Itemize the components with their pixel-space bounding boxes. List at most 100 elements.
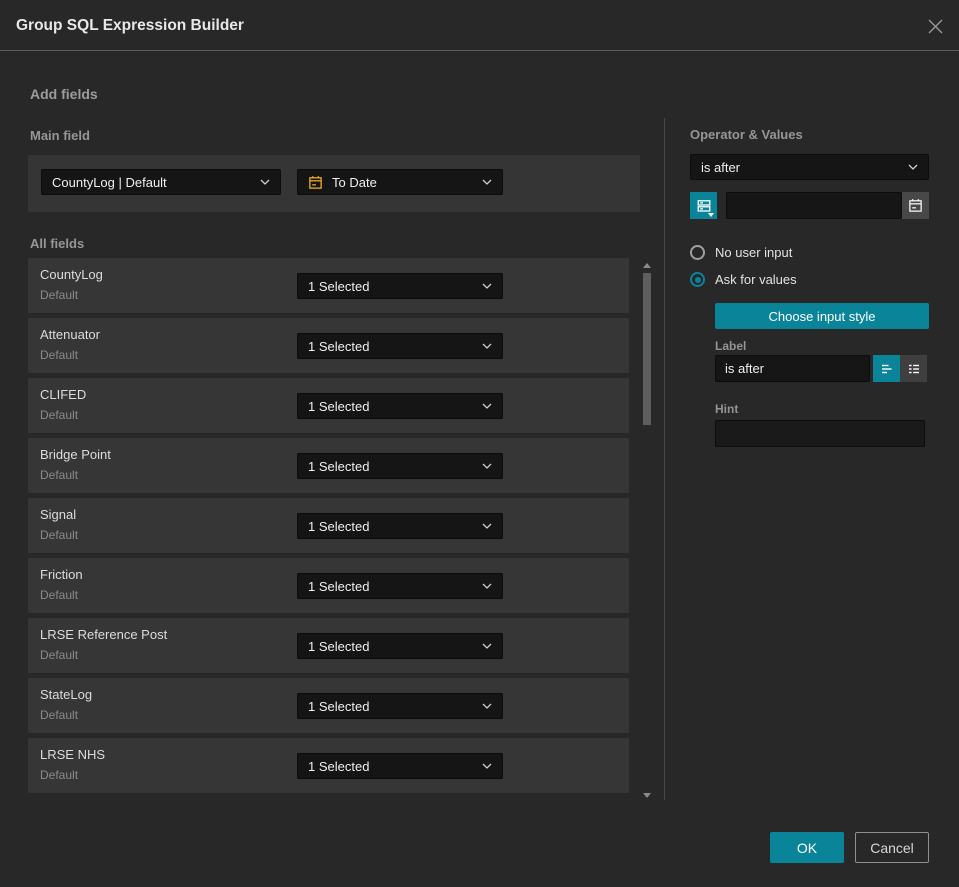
field-selection-dropdown[interactable]: 1 Selected [297, 453, 503, 479]
hint-heading: Hint [715, 402, 739, 416]
radio-selected-icon [690, 272, 705, 287]
selection-count: 1 Selected [308, 578, 370, 594]
field-row-statelog: StateLog Default 1 Selected [28, 678, 629, 733]
stacked-values-icon [697, 199, 710, 212]
panel-divider [664, 118, 665, 800]
operator-dropdown[interactable]: is after [690, 154, 929, 180]
scrollbar-up-arrow[interactable] [643, 263, 651, 268]
ask-for-values-label: Ask for values [715, 272, 797, 287]
field-name: LRSE NHS [40, 747, 106, 762]
field-name: StateLog [40, 687, 93, 702]
choose-input-style-button[interactable]: Choose input style [715, 303, 929, 329]
field-name: LRSE Reference Post [40, 627, 168, 642]
field-subtitle: Default [40, 708, 79, 722]
field-row-signal: Signal Default 1 Selected [28, 498, 629, 553]
ask-for-values-radio[interactable]: Ask for values [690, 272, 797, 287]
dialog-titlebar: Group SQL Expression Builder [0, 0, 959, 51]
field-selection-dropdown[interactable]: 1 Selected [297, 693, 503, 719]
calendar-icon [909, 199, 922, 212]
field-selection-dropdown[interactable]: 1 Selected [297, 273, 503, 299]
field-row-clifed: CLIFED Default 1 Selected [28, 378, 629, 433]
chevron-down-icon [482, 343, 492, 349]
selection-count: 1 Selected [308, 698, 370, 714]
selection-count: 1 Selected [308, 338, 370, 354]
field-subtitle: Default [40, 528, 79, 542]
chevron-down-icon [482, 523, 492, 529]
field-subtitle: Default [40, 768, 79, 782]
field-row-lrse-nhs: LRSE NHS Default 1 Selected [28, 738, 629, 793]
align-left-icon [881, 364, 891, 373]
date-field-dropdown-value: To Date [332, 174, 377, 190]
chevron-down-icon [482, 463, 492, 469]
field-selection-dropdown[interactable]: 1 Selected [297, 393, 503, 419]
close-icon [928, 19, 942, 33]
radio-unselected-icon [690, 245, 705, 260]
scrollbar-thumb[interactable] [643, 273, 651, 425]
scrollbar-down-arrow[interactable] [643, 793, 651, 798]
main-field-dropdown[interactable]: CountyLog | Default [41, 169, 281, 195]
close-button[interactable] [925, 16, 945, 36]
all-fields-heading: All fields [30, 236, 85, 251]
chevron-down-icon [482, 703, 492, 709]
selection-count: 1 Selected [308, 278, 370, 294]
operator-dropdown-value: is after [701, 159, 741, 175]
hint-input[interactable] [715, 420, 925, 447]
operator-values-heading: Operator & Values [690, 127, 803, 142]
list-style-button[interactable] [900, 355, 927, 382]
selection-count: 1 Selected [308, 638, 370, 654]
dropdown-corner-arrow-icon [708, 213, 714, 217]
field-name: CountyLog [40, 267, 103, 282]
cancel-button[interactable]: Cancel [855, 832, 929, 863]
calendar-icon [308, 175, 323, 190]
selection-count: 1 Selected [308, 758, 370, 774]
field-selection-dropdown[interactable]: 1 Selected [297, 573, 503, 599]
label-input[interactable] [715, 355, 870, 382]
field-subtitle: Default [40, 468, 79, 482]
chevron-down-icon [482, 283, 492, 289]
field-name: Bridge Point [40, 447, 111, 462]
field-row-attenuator: Attenuator Default 1 Selected [28, 318, 629, 373]
no-user-input-radio[interactable]: No user input [690, 245, 792, 260]
no-user-input-label: No user input [715, 245, 793, 260]
field-selection-dropdown[interactable]: 1 Selected [297, 513, 503, 539]
field-subtitle: Default [40, 648, 79, 662]
field-row-lrse-reference-post: LRSE Reference Post Default 1 Selected [28, 618, 629, 673]
main-field-panel: CountyLog | Default To Date [28, 155, 640, 212]
group-sql-expression-builder-dialog: Group SQL Expression Builder Add fields … [0, 0, 959, 887]
field-name: Signal [40, 507, 77, 522]
bulleted-list-icon [908, 364, 919, 373]
single-line-style-button[interactable] [873, 355, 900, 382]
date-field-dropdown[interactable]: To Date [297, 169, 503, 195]
field-subtitle: Default [40, 408, 79, 422]
label-heading: Label [715, 339, 747, 353]
date-value-input[interactable] [726, 192, 902, 219]
ok-button[interactable]: OK [770, 832, 844, 863]
selection-count: 1 Selected [308, 458, 370, 474]
field-selection-dropdown[interactable]: 1 Selected [297, 753, 503, 779]
field-row-countylog: CountyLog Default 1 Selected [28, 258, 629, 313]
field-subtitle: Default [40, 588, 79, 602]
field-subtitle: Default [40, 348, 79, 362]
date-picker-button[interactable] [902, 192, 929, 219]
chevron-down-icon [482, 763, 492, 769]
main-field-dropdown-value: CountyLog | Default [52, 174, 167, 190]
field-row-friction: Friction Default 1 Selected [28, 558, 629, 613]
field-name: CLIFED [40, 387, 87, 402]
dialog-title: Group SQL Expression Builder [16, 17, 244, 34]
field-name: Friction [40, 567, 83, 582]
chevron-down-icon [482, 643, 492, 649]
unique-values-button[interactable] [690, 192, 717, 219]
field-subtitle: Default [40, 288, 79, 302]
selection-count: 1 Selected [308, 398, 370, 414]
field-row-bridge-point: Bridge Point Default 1 Selected [28, 438, 629, 493]
chevron-down-icon [260, 179, 270, 185]
selection-count: 1 Selected [308, 518, 370, 534]
add-fields-heading: Add fields [30, 86, 98, 102]
chevron-down-icon [908, 164, 918, 170]
chevron-down-icon [482, 583, 492, 589]
chevron-down-icon [482, 179, 492, 185]
main-field-heading: Main field [30, 128, 90, 143]
field-selection-dropdown[interactable]: 1 Selected [297, 333, 503, 359]
field-selection-dropdown[interactable]: 1 Selected [297, 633, 503, 659]
field-name: Attenuator [40, 327, 100, 342]
